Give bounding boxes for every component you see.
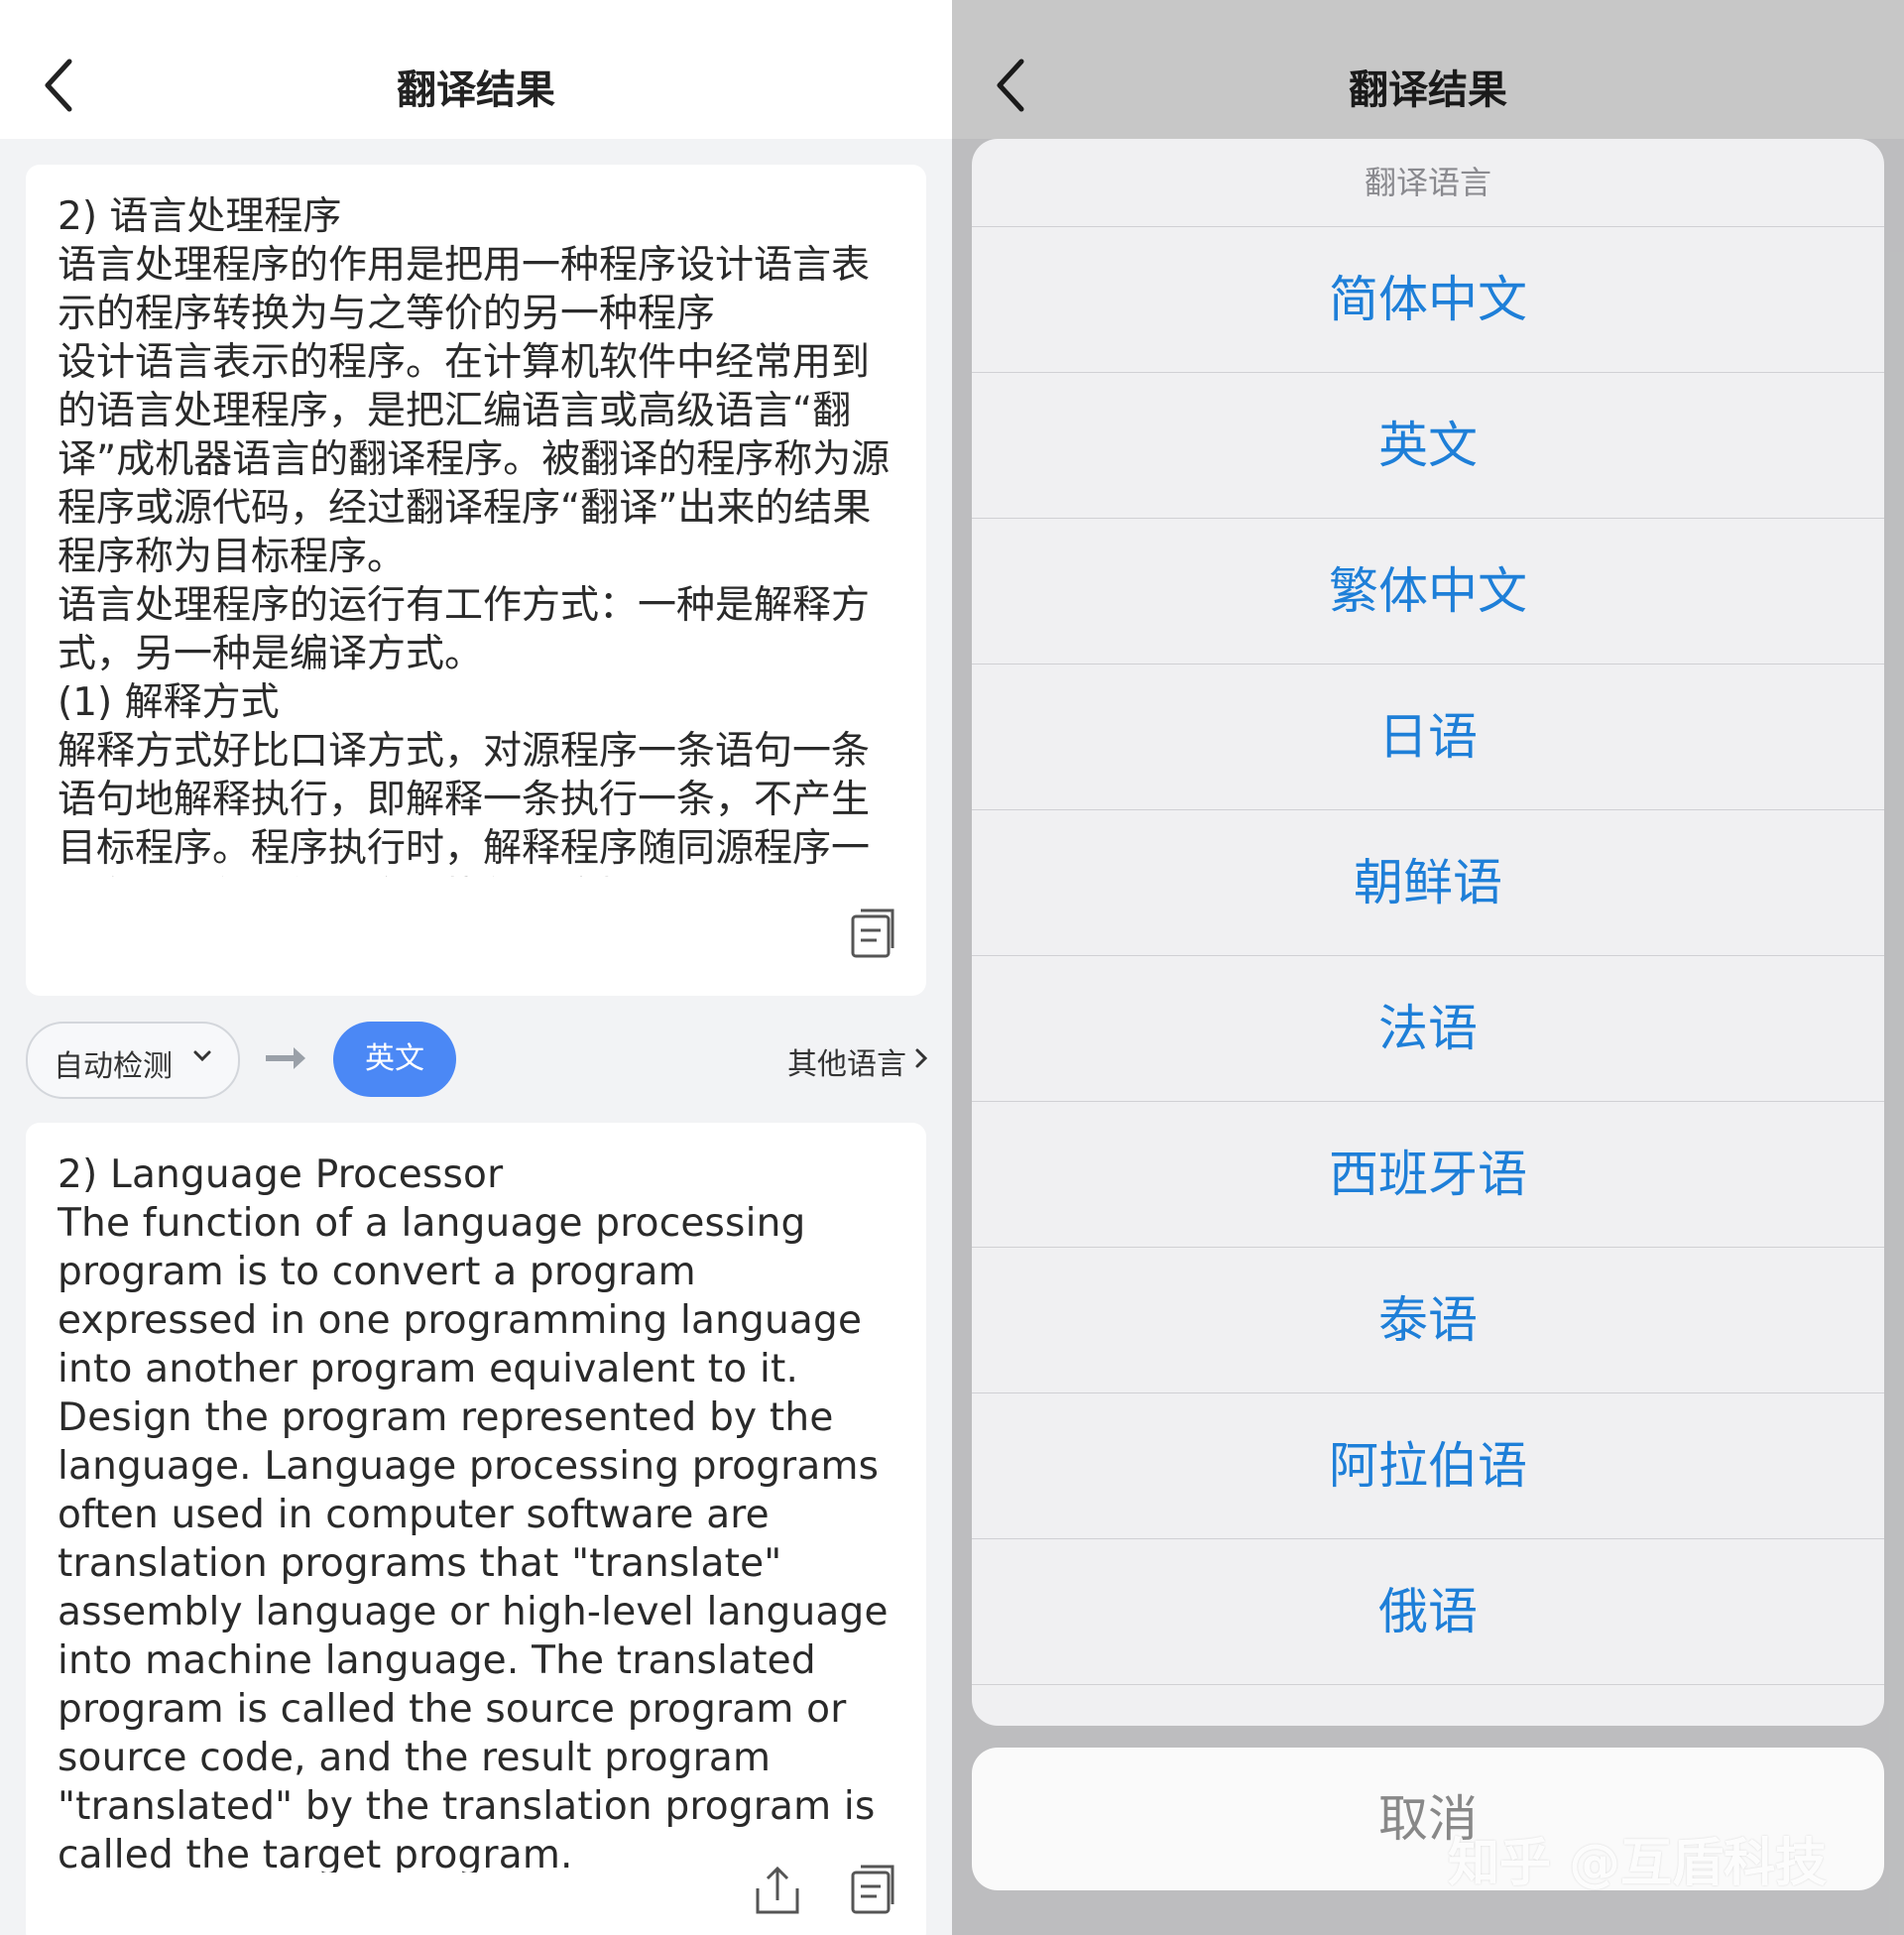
translation-result-screen: 翻译结果 2) 语言处理程序 语言处理程序的作用是把用一种程序设计语言表示的程序… [0,0,952,1935]
page-title: 翻译结果 [397,67,555,113]
source-text-card: 2) 语言处理程序 语言处理程序的作用是把用一种程序设计语言表示的程序转换为与之… [26,165,926,996]
arrow-right-icon [266,1047,305,1069]
other-languages-link[interactable]: 其他语言 [787,1039,906,1083]
language-option-french[interactable]: 法语 [972,956,1884,1102]
sheet-title: 翻译语言 [972,139,1884,227]
language-option-korean[interactable]: 朝鲜语 [972,810,1884,956]
language-option-traditional-chinese[interactable]: 繁体中文 [972,519,1884,665]
language-selector-bar: 自动检测 英文 其他语言 [0,1022,952,1099]
chevron-down-icon [193,1050,211,1062]
nav-bar: 翻译结果 [0,0,952,139]
language-option-simplified-chinese[interactable]: 简体中文 [972,227,1884,373]
language-option-english[interactable]: 英文 [972,373,1884,519]
watermark: 知乎 @互盾科技 [1448,1834,1828,1893]
chevron-right-icon[interactable] [914,1047,928,1069]
copy-icon[interactable] [843,907,898,962]
translated-text-card: 2) Language Processor The function of a … [26,1123,926,1935]
language-option-spanish[interactable]: 西班牙语 [972,1102,1884,1248]
target-language-button[interactable]: 英文 [333,1022,456,1097]
translated-text[interactable]: 2) Language Processor The function of a … [58,1150,896,1873]
language-picker-screen: 翻译结果 翻译语言 简体中文 英文 繁体中文 日语 朝鲜语 法语 西班牙语 泰语… [952,0,1904,1935]
language-option-arabic[interactable]: 阿拉伯语 [972,1393,1884,1539]
language-option-russian[interactable]: 俄语 [972,1539,1884,1685]
language-option-thai[interactable]: 泰语 [972,1248,1884,1393]
source-language-label: 自动检测 [54,1049,173,1084]
language-action-sheet: 翻译语言 简体中文 英文 繁体中文 日语 朝鲜语 法语 西班牙语 泰语 阿拉伯语… [972,139,1884,1726]
copy-icon[interactable] [843,1863,898,1918]
share-icon[interactable] [750,1863,805,1918]
source-text[interactable]: 2) 语言处理程序 语言处理程序的作用是把用一种程序设计语言表示的程序转换为与之… [58,192,896,877]
language-option-japanese[interactable]: 日语 [972,665,1884,810]
source-language-dropdown[interactable]: 自动检测 [26,1022,240,1099]
